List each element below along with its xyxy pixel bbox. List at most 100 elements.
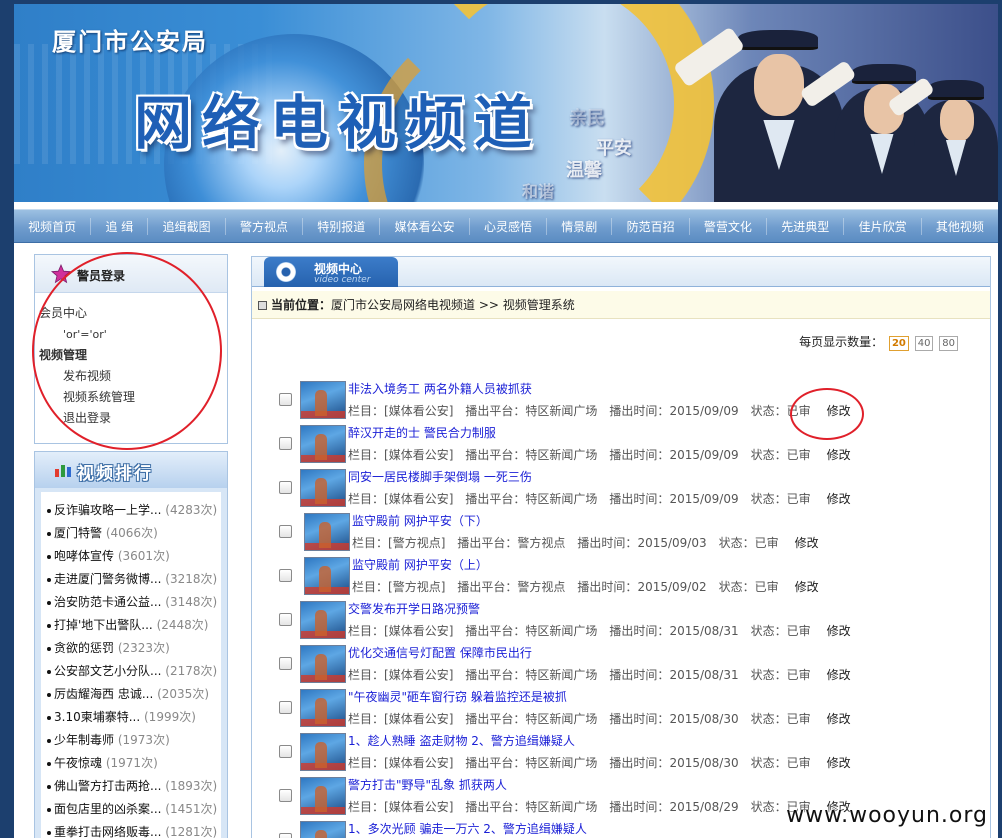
video-thumbnail[interactable] xyxy=(300,469,346,507)
video-column: [媒体看公安] xyxy=(384,404,454,418)
video-thumbnail[interactable] xyxy=(300,601,346,639)
ranking-item[interactable]: 治安防范卡通公益... (3148次) xyxy=(47,592,221,615)
video-title-link[interactable]: 1、趁人熟睡 盗走财物 2、警方追缉嫌疑人 xyxy=(348,732,575,749)
per-page-option-40[interactable]: 40 xyxy=(914,336,934,351)
select-checkbox[interactable] xyxy=(279,525,292,538)
status-label: 状态： xyxy=(750,668,787,682)
nav-item-home[interactable]: 视频首页 xyxy=(14,217,92,235)
select-checkbox[interactable] xyxy=(279,569,292,582)
time-label: 播出时间： xyxy=(609,800,670,814)
nav-item-pursuit-screenshots[interactable]: 追缉截图 xyxy=(148,217,226,235)
nav-item-other[interactable]: 其他视频 xyxy=(922,218,998,235)
video-title-link[interactable]: 交警发布开学日路况预警 xyxy=(348,600,480,617)
video-title-link[interactable]: "午夜幽灵"砸车窗行窃 躲着监控还是被抓 xyxy=(348,688,567,705)
video-thumbnail[interactable] xyxy=(300,689,346,727)
video-status: 已审 xyxy=(754,580,779,594)
ranking-item[interactable]: 少年制毒师 (1973次) xyxy=(47,730,221,753)
select-checkbox[interactable] xyxy=(279,789,292,802)
time-label: 播出时间： xyxy=(609,624,670,638)
per-page-option-20[interactable]: 20 xyxy=(888,336,909,351)
nav-item-media[interactable]: 媒体看公安 xyxy=(380,217,470,235)
nav-item-films[interactable]: 佳片欣赏 xyxy=(844,217,922,235)
video-status: 已审 xyxy=(754,536,779,550)
edit-link[interactable]: 修改 xyxy=(795,580,819,594)
video-title-link[interactable]: 1、多次光顾 骗走一万六 2、警方追缉嫌疑人 xyxy=(348,820,587,837)
ranking-item[interactable]: 走进厦门警务微博... (3218次) xyxy=(47,569,221,592)
per-page-option-80[interactable]: 80 xyxy=(939,336,958,351)
select-checkbox[interactable] xyxy=(279,481,292,494)
nav-item-reflections[interactable]: 心灵感悟 xyxy=(470,217,548,235)
nav-item-drama[interactable]: 情景剧 xyxy=(547,217,613,235)
video-thumbnail[interactable] xyxy=(304,513,350,551)
ranking-item[interactable]: 午夜惊魂 (1971次) xyxy=(47,753,221,776)
video-thumbnail[interactable] xyxy=(300,733,346,771)
edit-link[interactable]: 修改 xyxy=(827,492,851,506)
edit-link[interactable]: 修改 xyxy=(827,624,851,638)
ranking-item[interactable]: 咆哮体宣传 (3601次) xyxy=(47,546,221,569)
video-thumbnail[interactable] xyxy=(304,557,350,595)
ranking-item-title: 贪欲的惩罚 xyxy=(54,641,115,655)
video-title-link[interactable]: 同安一居民楼脚手架倒塌 一死三伤 xyxy=(348,468,532,485)
publish-video-link[interactable]: 发布视频 xyxy=(39,366,227,387)
select-checkbox[interactable] xyxy=(279,833,292,838)
nav-item-special-report[interactable]: 特别报道 xyxy=(303,217,381,235)
video-thumbnail[interactable] xyxy=(300,821,346,838)
ranking-item-count: (2448次) xyxy=(156,618,209,632)
video-thumbnail[interactable] xyxy=(300,381,346,419)
select-checkbox[interactable] xyxy=(279,657,292,670)
video-row: 非法入境务工 两名外籍人员被抓获 栏目：[媒体看公安] 播出平台：特区新闻广场 播出时… xyxy=(252,379,990,423)
banner-word: 和谐 xyxy=(522,182,555,201)
platform-label: 播出平台： xyxy=(465,800,526,814)
video-platform: 特区新闻广场 xyxy=(525,404,598,418)
select-checkbox[interactable] xyxy=(279,393,292,406)
nav-item-prevention[interactable]: 防范百招 xyxy=(612,217,690,235)
video-title-link[interactable]: 监守殿前 网护平安（上） xyxy=(352,556,488,573)
ranking-item[interactable]: 贪欲的惩罚 (2323次) xyxy=(47,638,221,661)
video-title-link[interactable]: 醉汉开走的士 警民合力制服 xyxy=(348,424,496,441)
edit-link[interactable]: 修改 xyxy=(827,448,851,462)
video-title-link[interactable]: 非法入境务工 两名外籍人员被抓获 xyxy=(348,380,532,397)
ranking-item[interactable]: 反诈骗攻略一上学... (4283次) xyxy=(47,500,221,523)
ranking-item[interactable]: 厦门特警 (4066次) xyxy=(47,523,221,546)
ranking-item[interactable]: 厉齿耀海西 忠诚... (2035次) xyxy=(47,684,221,707)
video-status: 已审 xyxy=(786,756,811,770)
ranking-item[interactable]: 面包店里的凶杀案... (1451次) xyxy=(47,799,221,822)
breadcrumb-path: 厦门市公安局网络电视频道 >> 视频管理系统 xyxy=(331,298,575,312)
nav-item-pursuit[interactable]: 追 缉 xyxy=(91,217,149,235)
select-checkbox[interactable] xyxy=(279,701,292,714)
ranking-item[interactable]: 佛山警方打击两抢... (1893次) xyxy=(47,776,221,799)
video-thumbnail[interactable] xyxy=(300,645,346,683)
edit-link[interactable]: 修改 xyxy=(827,712,851,726)
nav-item-culture[interactable]: 警营文化 xyxy=(690,217,768,235)
video-thumbnail[interactable] xyxy=(300,777,346,815)
select-checkbox[interactable] xyxy=(279,437,292,450)
column-label: 栏目： xyxy=(348,624,385,638)
video-title-link[interactable]: 优化交通信号灯配置 保障市民出行 xyxy=(348,644,532,661)
select-checkbox[interactable] xyxy=(279,745,292,758)
member-center-link[interactable]: 会员中心 xyxy=(39,303,227,324)
tab-video-center[interactable]: 视频中心 video center xyxy=(264,257,398,287)
video-column: [媒体看公安] xyxy=(384,624,454,638)
ranking-item-count: (1971次) xyxy=(105,756,158,770)
logout-link[interactable]: 退出登录 xyxy=(39,408,227,429)
ranking-item-count: (1973次) xyxy=(117,733,170,747)
video-system-management-link[interactable]: 视频系统管理 xyxy=(39,387,227,408)
ranking-item-count: (3148次) xyxy=(165,595,218,609)
video-date: 2015/08/31 xyxy=(669,668,739,682)
video-title-link[interactable]: 监守殿前 网护平安（下） xyxy=(352,512,488,529)
ranking-item[interactable]: 3.10柬埔寨特... (1999次) xyxy=(47,707,221,730)
ranking-item-title: 厦门特警 xyxy=(54,526,103,540)
video-thumbnail[interactable] xyxy=(300,425,346,463)
edit-link[interactable]: 修改 xyxy=(827,756,851,770)
edit-link[interactable]: 修改 xyxy=(795,536,819,550)
ranking-item[interactable]: 打掉'地下出警队... (2448次) xyxy=(47,615,221,638)
nav-item-police-view[interactable]: 警方视点 xyxy=(226,217,304,235)
ranking-item[interactable]: 重拳打击网络贩毒... (1281次) xyxy=(47,822,221,838)
select-checkbox[interactable] xyxy=(279,613,292,626)
video-title-link[interactable]: 警方打击"野导"乱象 抓获两人 xyxy=(348,776,507,793)
video-platform: 特区新闻广场 xyxy=(525,624,598,638)
edit-link[interactable]: 修改 xyxy=(827,404,851,418)
nav-item-models[interactable]: 先进典型 xyxy=(767,217,845,235)
edit-link[interactable]: 修改 xyxy=(827,668,851,682)
ranking-item[interactable]: 公安部文艺小分队... (2178次) xyxy=(47,661,221,684)
